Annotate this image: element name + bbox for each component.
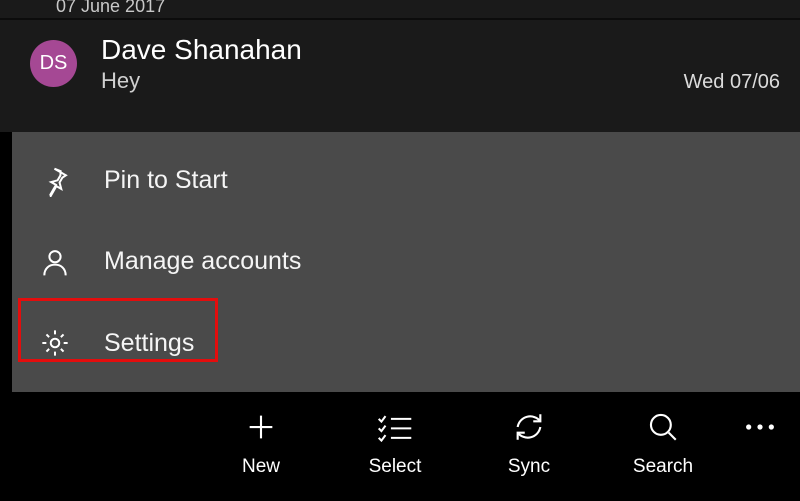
sync-button[interactable]: Sync xyxy=(462,404,596,478)
search-button[interactable]: Search xyxy=(596,404,730,478)
gear-icon xyxy=(34,327,76,359)
plus-icon xyxy=(244,404,278,450)
new-button[interactable]: New xyxy=(194,404,328,478)
message-body: Dave Shanahan Hey Wed 07/06 xyxy=(101,34,780,132)
date-header: 07 June 2017 xyxy=(0,0,800,20)
button-label: Sync xyxy=(508,456,550,478)
button-label: Search xyxy=(633,456,693,478)
bottom-bar: New Select Sync Search xyxy=(0,392,800,501)
menu-item-manage-accounts[interactable]: Manage accounts xyxy=(12,232,800,292)
message-subject: Hey xyxy=(101,68,140,94)
person-icon xyxy=(34,246,76,278)
button-label: New xyxy=(242,456,280,478)
avatar: DS xyxy=(30,40,77,87)
button-label: Select xyxy=(369,456,422,478)
menu-item-label: Manage accounts xyxy=(104,247,301,276)
message-timestamp: Wed 07/06 xyxy=(684,71,780,94)
sender-name: Dave Shanahan xyxy=(101,34,302,66)
message-item[interactable]: DS Dave Shanahan Hey Wed 07/06 xyxy=(0,20,800,132)
select-button[interactable]: Select xyxy=(328,404,462,478)
context-menu: Pin to Start Manage accounts Settings xyxy=(12,132,800,392)
select-list-icon xyxy=(376,404,414,450)
pin-icon xyxy=(34,165,76,197)
search-icon xyxy=(646,404,680,450)
menu-item-pin-to-start[interactable]: Pin to Start xyxy=(12,151,800,211)
sync-icon xyxy=(512,404,546,450)
more-button[interactable] xyxy=(730,404,790,441)
menu-item-settings[interactable]: Settings xyxy=(12,313,800,373)
menu-item-label: Settings xyxy=(104,329,194,358)
more-icon xyxy=(743,418,777,441)
menu-item-label: Pin to Start xyxy=(104,166,228,195)
